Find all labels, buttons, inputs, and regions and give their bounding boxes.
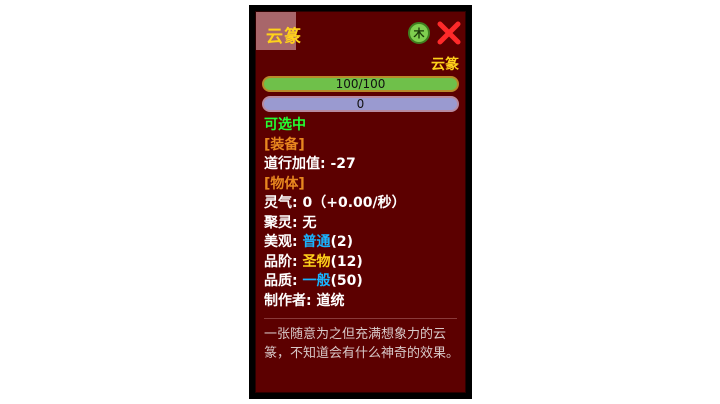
stat-label: 道行加值: [264, 156, 326, 172]
stat-value: 道统 [316, 292, 345, 309]
close-button[interactable] [436, 20, 462, 46]
selectable-status: 可选中 [264, 117, 306, 133]
stat-label: 品阶: [264, 253, 298, 270]
panel-body: 云篆 木 云篆 100/100 0 可选中 [装备] 道行加值: -27 [物体… [255, 11, 466, 393]
item-type-label: 云篆 [431, 57, 459, 73]
item-info-panel: 云篆 木 云篆 100/100 0 可选中 [装备] 道行加值: -27 [物体… [249, 5, 472, 399]
stat-maker: 制作者: 道统 [264, 292, 459, 312]
stat-number: (12) [330, 253, 363, 270]
mp-bar-text: 0 [356, 97, 365, 111]
stat-jilin: 聚灵: 无 [264, 214, 459, 234]
stat-number: (50) [330, 273, 363, 289]
stat-beauty: 美观: 普通(2) [264, 233, 459, 253]
stat-label: 品质: [264, 273, 298, 289]
section-equip: [装备] [264, 136, 305, 153]
stat-label: 聚灵: [264, 214, 298, 231]
wood-element-icon: 木 [408, 22, 430, 44]
stat-value: 0（+0.00/秒） [302, 195, 406, 211]
stat-grade: 圣物 [302, 253, 331, 270]
stat-quality: 品质: 一般(50) [264, 272, 459, 292]
item-description: 一张随意为之但充满想象力的云篆，不知道会有什么神奇的效果。 [264, 327, 460, 361]
hp-bar: 100/100 [262, 76, 459, 92]
stat-grade: 普通 [302, 234, 331, 250]
divider [264, 318, 457, 319]
stat-value: 无 [302, 214, 317, 231]
hp-bar-text: 100/100 [335, 77, 386, 91]
stat-label: 制作者: [264, 292, 312, 309]
stat-rank: 品阶: 圣物(12) [264, 253, 459, 273]
stat-grade: 一般 [302, 273, 331, 289]
section-object: [物体] [264, 175, 305, 192]
stat-label: 美观: [264, 234, 298, 250]
stat-label: 灵气: [264, 195, 298, 211]
stat-value: -27 [330, 156, 356, 172]
mp-bar: 0 [262, 96, 459, 112]
close-icon [437, 21, 461, 45]
item-title: 云篆 [266, 27, 302, 47]
item-stats: 可选中 [装备] 道行加值: -27 [物体] 灵气: 0（+0.00/秒） 聚… [264, 116, 459, 311]
stat-lingqi: 灵气: 0（+0.00/秒） [264, 194, 459, 214]
stat-number: (2) [330, 234, 354, 250]
stat-dao-bonus: 道行加值: -27 [264, 155, 459, 175]
